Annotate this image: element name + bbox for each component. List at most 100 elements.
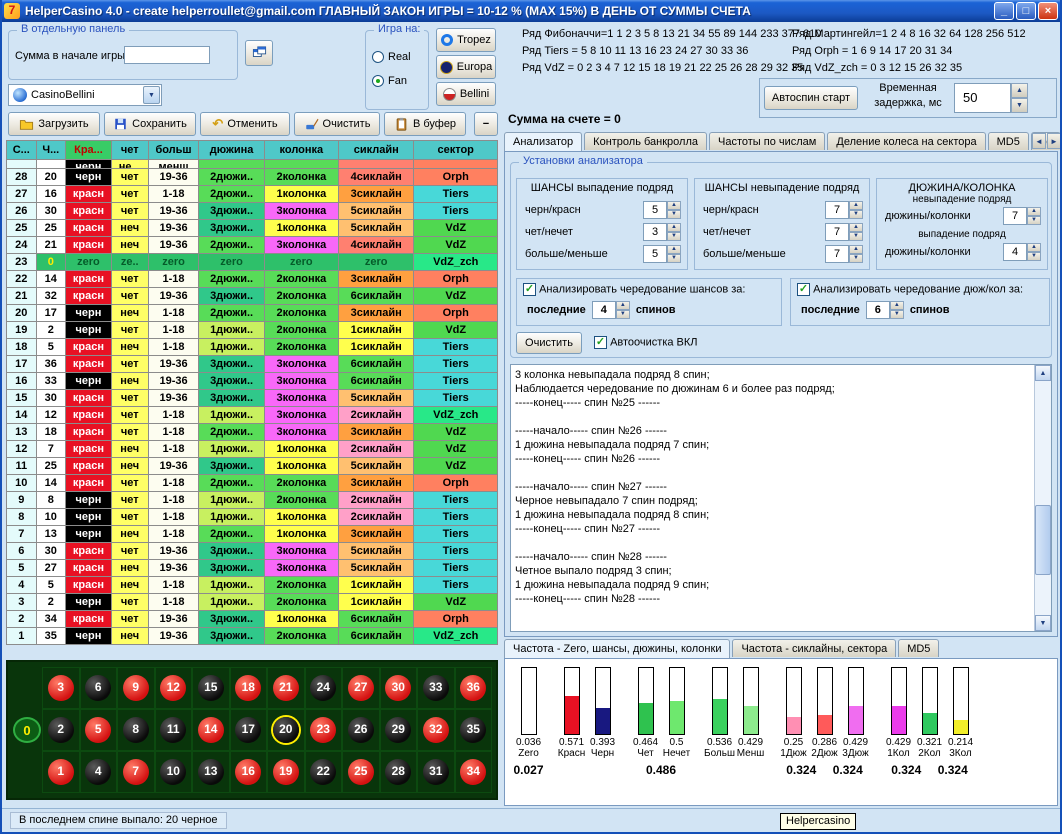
scroll-thumb[interactable] xyxy=(1035,505,1051,575)
save-button[interactable]: Сохранить xyxy=(104,112,196,136)
board-zero[interactable]: 0 xyxy=(13,717,41,743)
black-red-hit-spinner[interactable]: 5▲▼ xyxy=(643,201,681,219)
col-header-3[interactable]: чет xyxy=(111,141,148,160)
board-number-29[interactable]: 29 xyxy=(385,717,411,743)
board-number-27[interactable]: 27 xyxy=(348,675,374,701)
delay-down-icon[interactable]: ▼ xyxy=(1011,98,1028,113)
start-sum-input[interactable] xyxy=(124,46,210,64)
col-header-2[interactable]: Кра... xyxy=(66,141,112,160)
maximize-button[interactable]: □ xyxy=(1016,2,1036,20)
board-number-11[interactable]: 11 xyxy=(160,717,186,743)
last-spins-dozen-spinner[interactable]: 6▲▼ xyxy=(866,301,904,319)
col-header-6[interactable]: колонка xyxy=(264,141,338,160)
board-number-20[interactable]: 20 xyxy=(273,717,299,743)
board-number-9[interactable]: 9 xyxy=(123,675,149,701)
board-number-22[interactable]: 22 xyxy=(310,759,336,785)
radio-fan[interactable]: Fan xyxy=(372,75,407,87)
close-button[interactable]: × xyxy=(1038,2,1058,20)
board-number-12[interactable]: 12 xyxy=(160,675,186,701)
board-number-34[interactable]: 34 xyxy=(460,759,486,785)
delay-spinner[interactable]: 50 ▲ ▼ xyxy=(954,83,1028,113)
delay-up-icon[interactable]: ▲ xyxy=(1011,83,1028,98)
even-odd-hit-spinner[interactable]: 3▲▼ xyxy=(643,223,681,241)
tab-3[interactable]: Деление колеса на сектора xyxy=(827,132,985,150)
last-spins-chances-spinner[interactable]: 4▲▼ xyxy=(592,301,630,319)
analyze-chances-checkbox[interactable]: ✓ xyxy=(523,283,536,296)
tab-4[interactable]: MD5 xyxy=(988,132,1029,150)
collapse-panel-button[interactable]: − xyxy=(474,112,498,136)
board-number-5[interactable]: 5 xyxy=(85,717,111,743)
board-number-16[interactable]: 16 xyxy=(235,759,261,785)
board-number-6[interactable]: 6 xyxy=(85,675,111,701)
table-row: 2421красннеч19-362дюжи..3колонка4сиклайн… xyxy=(7,237,498,254)
tab-scroll-left-icon[interactable]: ◄ xyxy=(1032,133,1046,149)
casino-select[interactable]: CasinoBellini ▼ xyxy=(8,84,162,106)
board-number-17[interactable]: 17 xyxy=(235,717,261,743)
tab-scroll-right-icon[interactable]: ► xyxy=(1047,133,1061,149)
clear-log-button[interactable]: Очистить xyxy=(516,332,582,354)
tab-0[interactable]: Анализатор xyxy=(504,132,582,151)
board-number-7[interactable]: 7 xyxy=(123,759,149,785)
radio-real[interactable]: Real xyxy=(372,51,411,63)
analyze-dozen-checkbox[interactable]: ✓ xyxy=(797,283,810,296)
board-number-8[interactable]: 8 xyxy=(123,717,149,743)
col-header-7[interactable]: сиклайн xyxy=(339,141,414,160)
log-scrollbar[interactable]: ▲ ▼ xyxy=(1034,365,1051,631)
detach-panel-button[interactable] xyxy=(245,40,273,66)
board-number-26[interactable]: 26 xyxy=(348,717,374,743)
autoclear-checkbox[interactable]: ✓ xyxy=(594,336,607,349)
col-header-5[interactable]: дюжина xyxy=(199,141,264,160)
board-number-32[interactable]: 32 xyxy=(423,717,449,743)
delay-value[interactable]: 50 xyxy=(954,83,1011,113)
tab-2[interactable]: Частоты по числам xyxy=(709,132,825,150)
black-red-miss-spinner[interactable]: 7▲▼ xyxy=(825,201,863,219)
board-number-1[interactable]: 1 xyxy=(48,759,74,785)
scroll-down-icon[interactable]: ▼ xyxy=(1035,615,1051,631)
dozen-miss-spinner[interactable]: 7▲▼ xyxy=(1003,207,1041,225)
casino-tropez-button[interactable]: Tropez xyxy=(436,28,496,52)
board-number-25[interactable]: 25 xyxy=(348,759,374,785)
clear-table-button[interactable]: Очистить xyxy=(294,112,380,136)
load-button[interactable]: Загрузить xyxy=(8,112,100,136)
chevron-down-icon[interactable]: ▼ xyxy=(143,86,160,104)
freq-tab-0[interactable]: Частота - Zero, шансы, дюжины, колонки xyxy=(504,639,730,658)
board-number-10[interactable]: 10 xyxy=(160,759,186,785)
board-number-28[interactable]: 28 xyxy=(385,759,411,785)
freq-tab-1[interactable]: Частота - сиклайны, сектора xyxy=(732,639,896,657)
autospin-start-button[interactable]: Автоспин старт xyxy=(764,86,858,110)
board-number-36[interactable]: 36 xyxy=(460,675,486,701)
col-header-8[interactable]: сектор xyxy=(414,141,498,160)
col-header-4[interactable]: больш xyxy=(148,141,199,160)
undo-button[interactable]: ↶ Отменить xyxy=(200,112,290,136)
board-number-2[interactable]: 2 xyxy=(48,717,74,743)
board-number-24[interactable]: 24 xyxy=(310,675,336,701)
board-number-21[interactable]: 21 xyxy=(273,675,299,701)
tab-1[interactable]: Контроль банкролла xyxy=(584,132,707,150)
board-number-33[interactable]: 33 xyxy=(423,675,449,701)
high-low-miss-spinner[interactable]: 7▲▼ xyxy=(825,245,863,263)
analysis-log[interactable]: 3 колонка невыпадала подряд 8 спин; Набл… xyxy=(510,364,1052,632)
board-number-15[interactable]: 15 xyxy=(198,675,224,701)
board-number-19[interactable]: 19 xyxy=(273,759,299,785)
casino-europa-button[interactable]: Europa xyxy=(436,55,496,79)
board-number-31[interactable]: 31 xyxy=(423,759,449,785)
board-number-3[interactable]: 3 xyxy=(48,675,74,701)
board-number-30[interactable]: 30 xyxy=(385,675,411,701)
board-number-14[interactable]: 14 xyxy=(198,717,224,743)
minimize-button[interactable]: _ xyxy=(994,2,1014,20)
high-low-hit-spinner[interactable]: 5▲▼ xyxy=(643,245,681,263)
dozen-hit-spinner[interactable]: 4▲▼ xyxy=(1003,243,1041,261)
board-number-13[interactable]: 13 xyxy=(198,759,224,785)
freq-tab-2[interactable]: MD5 xyxy=(898,639,939,657)
scroll-up-icon[interactable]: ▲ xyxy=(1035,365,1051,381)
casino-bellini-button[interactable]: Bellini xyxy=(436,82,496,106)
even-odd-miss-spinner[interactable]: 7▲▼ xyxy=(825,223,863,241)
copy-buffer-button[interactable]: В буфер xyxy=(384,112,466,136)
board-number-4[interactable]: 4 xyxy=(85,759,111,785)
board-number-35[interactable]: 35 xyxy=(460,717,486,743)
board-number-23[interactable]: 23 xyxy=(310,717,336,743)
table-row: 234краснчет19-363дюжи..1колонка6сиклайнO… xyxy=(7,611,498,628)
col-header-0[interactable]: С... xyxy=(7,141,37,160)
col-header-1[interactable]: Ч... xyxy=(36,141,66,160)
board-number-18[interactable]: 18 xyxy=(235,675,261,701)
